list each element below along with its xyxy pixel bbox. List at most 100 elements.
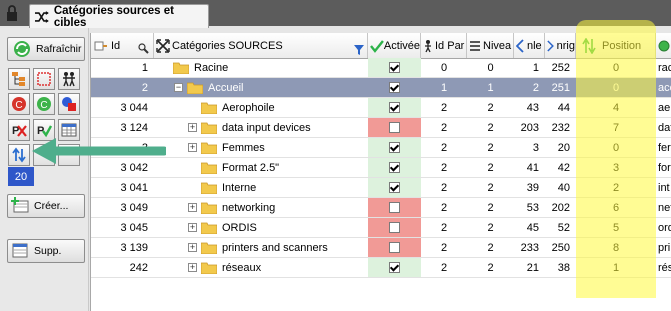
people-button[interactable] bbox=[58, 68, 80, 90]
toolbar-blank-button-1[interactable] bbox=[33, 144, 55, 166]
create-label: Créer... bbox=[34, 200, 69, 212]
extra-cell: net bbox=[658, 201, 671, 214]
activee-checkbox[interactable] bbox=[389, 122, 400, 133]
niveau-cell: 2 bbox=[487, 141, 494, 154]
category-name-cell: Interne bbox=[154, 178, 368, 197]
position-cell: 5 bbox=[612, 221, 620, 234]
activee-checkbox[interactable] bbox=[389, 102, 400, 113]
activee-checkbox[interactable] bbox=[389, 162, 400, 173]
folder-icon bbox=[201, 262, 217, 274]
nright-cell: 252 bbox=[551, 61, 570, 74]
id-cell: 2 bbox=[141, 81, 148, 94]
nleft-cell: 203 bbox=[520, 121, 539, 134]
activee-checkbox[interactable] bbox=[389, 262, 400, 273]
column-header-niveau[interactable]: Nivea bbox=[467, 33, 514, 58]
activate-button[interactable]: P bbox=[33, 119, 55, 141]
expand-icon[interactable]: + bbox=[188, 203, 197, 212]
shapes-button[interactable] bbox=[58, 93, 80, 115]
table-row[interactable]: 3 044Aerophoile2243444aer bbox=[91, 98, 671, 118]
lock-icon bbox=[7, 5, 17, 21]
extra-cell: pri bbox=[658, 241, 671, 254]
extra-cell: fer bbox=[658, 141, 671, 154]
activee-checkbox[interactable] bbox=[389, 182, 400, 193]
check-icon bbox=[370, 39, 384, 53]
toolbar-blank-button-2[interactable] bbox=[58, 144, 80, 166]
activee-checkbox[interactable] bbox=[389, 82, 400, 93]
activee-checkbox[interactable] bbox=[389, 242, 400, 253]
id-cell: 1 bbox=[141, 61, 148, 74]
column-header-id-parent[interactable]: Id Par bbox=[421, 33, 467, 58]
activee-checkbox[interactable] bbox=[389, 202, 400, 213]
copyright-red-button[interactable]: C bbox=[8, 93, 30, 115]
selection-frame-icon bbox=[37, 72, 51, 86]
column-header-position[interactable]: Position bbox=[576, 33, 656, 58]
collapse-icon[interactable]: − bbox=[174, 83, 183, 92]
count-field[interactable]: 20 bbox=[8, 167, 34, 186]
table-row[interactable]: 3 124 + data input devices 2 2 203 232 7 dat bbox=[91, 118, 671, 138]
id_parent-cell: 1 bbox=[440, 81, 448, 94]
expand-icon[interactable]: + bbox=[188, 143, 197, 152]
chevron-left-icon bbox=[516, 38, 524, 53]
table-row[interactable]: 3 + Femmes 2 2 3 20 0 fer bbox=[91, 138, 671, 158]
refresh-button[interactable]: Rafraîchir bbox=[7, 37, 85, 61]
nright-cell: 232 bbox=[551, 121, 570, 134]
column-header-extra[interactable] bbox=[656, 33, 671, 58]
category-name: Accueil bbox=[208, 81, 244, 94]
table-row[interactable]: 3 041 Interne 2 2 39 40 2 int bbox=[91, 178, 671, 198]
activee-checkbox[interactable] bbox=[389, 222, 400, 233]
copyright-green-button[interactable]: C bbox=[33, 93, 55, 115]
expand-icon[interactable]: + bbox=[188, 243, 197, 252]
id_parent-cell: 2 bbox=[440, 261, 448, 274]
column-header-niveau-label: Nivea bbox=[483, 39, 512, 52]
table-row[interactable]: 3 042 Format 2.5" 2 2 41 42 3 for bbox=[91, 158, 671, 178]
activee-checkbox[interactable] bbox=[389, 142, 400, 153]
niveau-cell: 2 bbox=[487, 101, 494, 114]
delete-button[interactable]: Supp. bbox=[7, 239, 85, 263]
position-cell: 3 bbox=[612, 161, 620, 174]
globe-icon bbox=[658, 40, 670, 51]
activee-checkbox[interactable] bbox=[389, 62, 400, 73]
tree-icon-button[interactable] bbox=[8, 68, 30, 90]
expand-icon[interactable]: + bbox=[188, 123, 197, 132]
activee-cell bbox=[368, 58, 421, 77]
column-header-id[interactable]: Id bbox=[91, 33, 154, 58]
expand-icon[interactable]: + bbox=[188, 263, 197, 272]
table-button[interactable] bbox=[58, 119, 80, 141]
activee-cell bbox=[368, 98, 421, 117]
table-icon bbox=[61, 123, 77, 137]
table-row[interactable]: 3 139 + printers and scanners 2 2 233 250 8 pri bbox=[91, 238, 671, 258]
niveau-cell: 2 bbox=[487, 181, 494, 194]
column-header-activee-label: Activée bbox=[383, 39, 420, 52]
table-row[interactable]: 1 Racine 0 0 1 252 0 rac bbox=[91, 58, 671, 78]
column-header-activee[interactable]: Activée bbox=[368, 33, 421, 58]
column-header-categorie[interactable]: Catégories SOURCES bbox=[154, 33, 368, 58]
category-name-cell: + data input devices bbox=[154, 118, 368, 137]
nleft-cell: 45 bbox=[526, 221, 539, 234]
id_parent-cell: 2 bbox=[440, 181, 448, 194]
table-row[interactable]: 2 − Accueil 1 1 2 251 0 acc bbox=[91, 78, 671, 98]
expand-icon[interactable]: + bbox=[188, 223, 197, 232]
shuffle-icon bbox=[34, 10, 49, 23]
table-row[interactable]: 242 + réseaux 2 2 21 38 1 rés bbox=[91, 258, 671, 278]
title-bar: Catégories sources et cibles bbox=[0, 0, 671, 29]
nleft-cell: 21 bbox=[526, 261, 539, 274]
select-frame-button[interactable] bbox=[33, 68, 55, 90]
column-header-nright-label: nrig bbox=[556, 39, 575, 52]
position-cell: 8 bbox=[612, 241, 620, 254]
nleft-cell: 53 bbox=[526, 201, 539, 214]
tab-categories[interactable]: Catégories sources et cibles bbox=[29, 4, 209, 29]
id-cell: 3 044 bbox=[120, 101, 148, 114]
column-header-nright[interactable]: nrig bbox=[545, 33, 576, 58]
table-row[interactable]: 3 045 + ORDIS 2 2 45 52 5 ord bbox=[91, 218, 671, 238]
shapes-icon bbox=[62, 97, 76, 111]
table-row[interactable]: 3 049 + networking 2 2 53 202 6 net bbox=[91, 198, 671, 218]
person-icon bbox=[425, 39, 431, 52]
activee-cell bbox=[368, 158, 421, 177]
p-check-icon: P bbox=[37, 125, 52, 138]
create-button[interactable]: Créer... bbox=[7, 194, 85, 218]
column-header-nleft[interactable]: nle bbox=[514, 33, 545, 58]
deactivate-button[interactable]: P bbox=[8, 119, 30, 141]
sort-updown-button[interactable] bbox=[8, 144, 30, 166]
delete-label: Supp. bbox=[34, 245, 62, 257]
svg-text:C: C bbox=[40, 100, 47, 111]
